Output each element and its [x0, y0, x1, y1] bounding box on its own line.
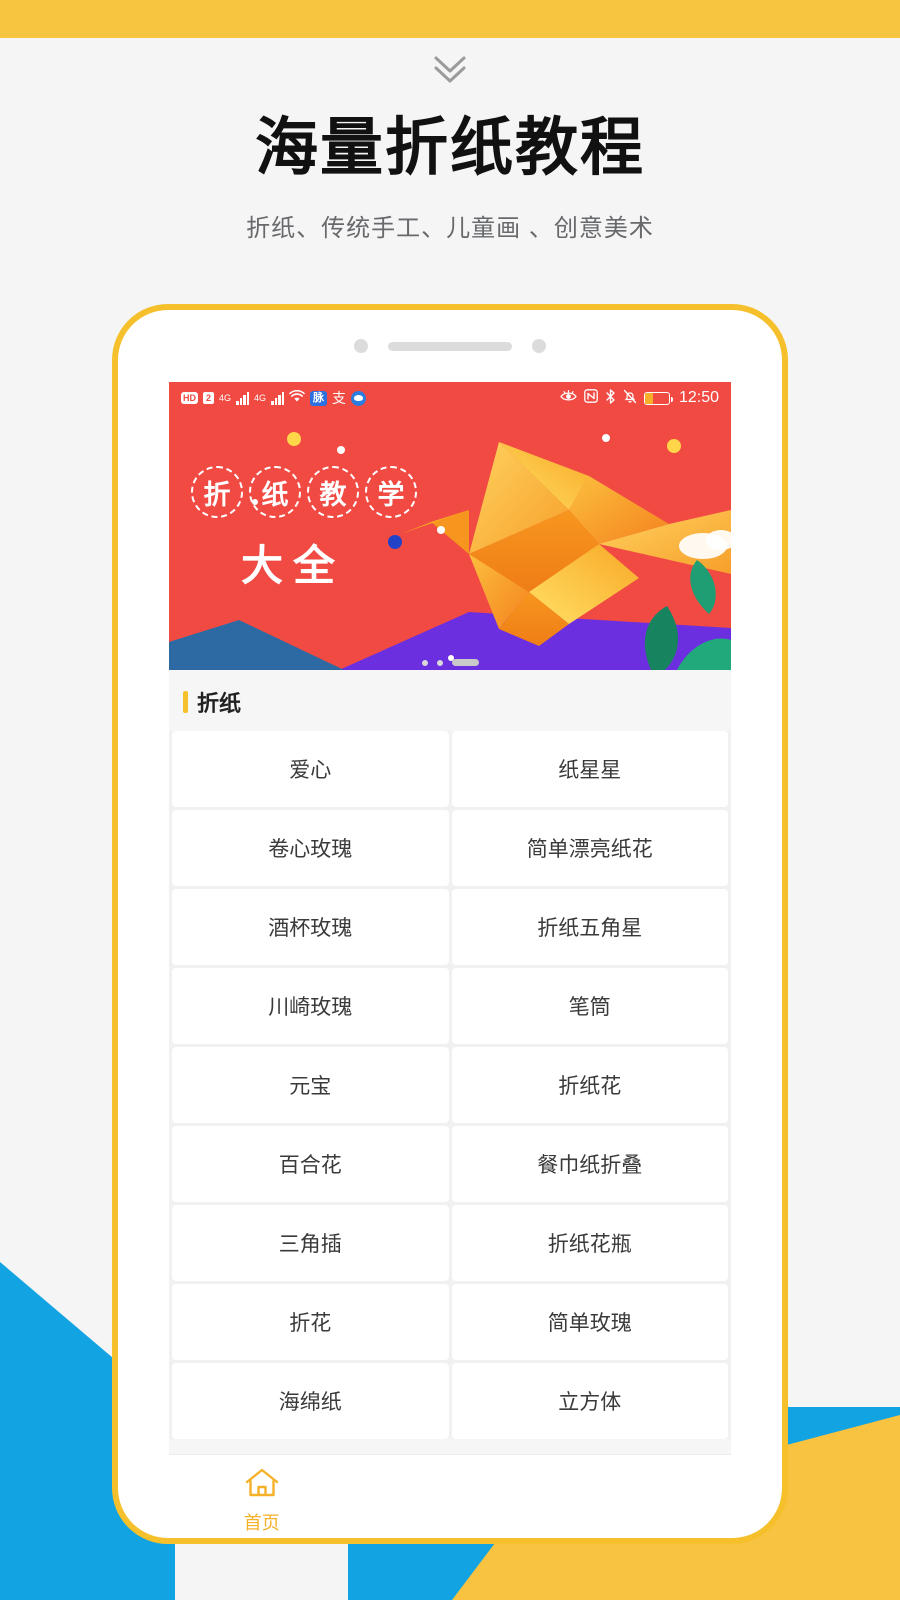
category-grid: 爱心 纸星星 卷心玫瑰 简单漂亮纸花 酒杯玫瑰 折纸五角星 川崎玫瑰 笔筒 元宝… [169, 731, 731, 1439]
grid-item[interactable]: 简单玫瑰 [451, 1284, 728, 1360]
grid-item[interactable]: 折纸五角星 [451, 889, 728, 965]
wifi-icon [289, 389, 305, 407]
banner-carousel[interactable]: 折 纸 教 学 大全 [169, 414, 731, 670]
network-label-1: 4G [219, 393, 232, 403]
grid-item[interactable]: 纸星星 [451, 731, 728, 807]
pager-dot[interactable] [421, 659, 428, 666]
pager-dot[interactable] [436, 659, 443, 666]
top-accent-bar [0, 0, 900, 38]
grid-item[interactable]: 爱心 [172, 731, 449, 807]
bluetooth-icon [605, 388, 616, 408]
section-accent-bar [183, 691, 188, 713]
carousel-pager[interactable] [169, 659, 731, 666]
banner-char: 学 [365, 466, 417, 518]
app-badge-alipay: 支 [332, 389, 347, 406]
sensor-dot-icon [532, 339, 546, 353]
tab-home-label: 首页 [243, 1512, 280, 1533]
phone-mockup: HD 2 4G 4G 脉 支 12:50 折 纸 教 学 大全 折纸 爱心 纸星… [112, 304, 788, 1544]
grid-item[interactable]: 折花 [172, 1284, 449, 1360]
grid-item[interactable]: 笔筒 [451, 968, 728, 1044]
camera-dot-icon [354, 339, 368, 353]
signal-bars-icon-2 [271, 391, 285, 405]
chevron-double-down-icon [428, 52, 472, 86]
banner-char: 教 [307, 466, 359, 518]
phone-screen: HD 2 4G 4G 脉 支 12:50 折 纸 教 学 大全 折纸 爱心 纸星… [169, 382, 731, 1538]
grid-item[interactable]: 折纸花 [451, 1047, 728, 1123]
signal-bars-icon-1 [236, 391, 250, 405]
status-bar: HD 2 4G 4G 脉 支 12:50 [169, 382, 731, 414]
sim-icon: 2 [203, 392, 215, 404]
section-title: 折纸 [197, 691, 242, 716]
grid-item[interactable]: 海绵纸 [172, 1363, 449, 1439]
grid-item[interactable]: 餐巾纸折叠 [451, 1126, 728, 1202]
grid-item[interactable]: 川崎玫瑰 [172, 968, 449, 1044]
grid-item[interactable]: 折纸花瓶 [451, 1205, 728, 1281]
eye-comfort-icon [560, 389, 577, 407]
battery-icon [643, 391, 673, 405]
scroll-hint [0, 52, 900, 86]
tab-home[interactable]: 首页 [169, 1461, 354, 1535]
network-label-2: 4G [254, 393, 267, 403]
grid-item[interactable]: 酒杯玫瑰 [172, 889, 449, 965]
pager-dot-active[interactable] [451, 659, 479, 666]
grid-item[interactable]: 元宝 [172, 1047, 449, 1123]
status-clock: 12:50 [678, 389, 719, 406]
bottom-tab-bar: 首页 [169, 1454, 731, 1538]
grid-item[interactable]: 简单漂亮纸花 [451, 810, 728, 886]
page-title: 海量折纸教程 [255, 113, 645, 183]
nfc-icon [584, 389, 598, 407]
hd-icon: HD [181, 392, 198, 404]
banner-char: 折 [191, 466, 243, 518]
bell-muted-icon [623, 389, 637, 408]
banner-subtitle: 大全 [241, 542, 346, 589]
app-badge-maimai: 脉 [310, 390, 328, 406]
grid-item[interactable]: 立方体 [451, 1363, 728, 1439]
banner-char: 纸 [249, 466, 301, 518]
page-subtitle: 折纸、传统手工、儿童画 、创意美术 [246, 215, 654, 242]
grid-item[interactable]: 百合花 [172, 1126, 449, 1202]
grid-item[interactable]: 卷心玫瑰 [172, 810, 449, 886]
speaker-grille-icon [388, 341, 512, 351]
home-icon [244, 1467, 280, 1504]
section-header: 折纸 [169, 670, 731, 731]
browser-icon [351, 390, 367, 406]
banner-title-group: 折 纸 教 学 大全 [191, 466, 441, 593]
grid-item[interactable]: 三角插 [172, 1205, 449, 1281]
phone-top-bezel [118, 310, 782, 382]
